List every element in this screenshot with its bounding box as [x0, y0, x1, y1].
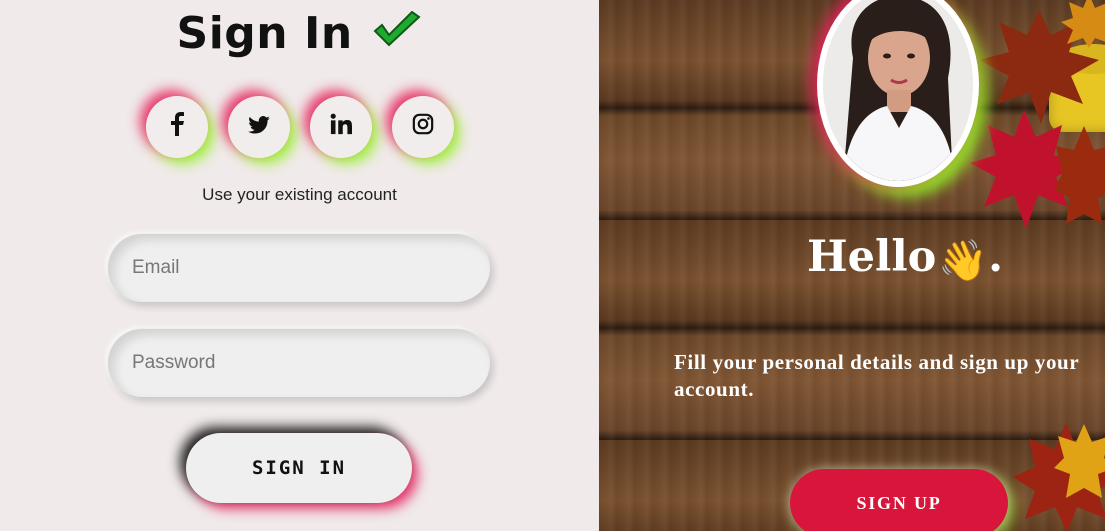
- sign-in-panel: Sign In Use your existing account SIGN I…: [0, 0, 599, 531]
- profile-photo: [823, 0, 973, 181]
- page-title: Sign In: [0, 8, 599, 62]
- password-field[interactable]: [108, 329, 490, 397]
- twitter-icon: [248, 114, 270, 140]
- instagram-icon: [412, 113, 434, 141]
- sign-up-button[interactable]: SIGN UP: [790, 469, 1008, 531]
- signup-tagline: Fill your personal details and sign up y…: [674, 350, 1079, 401]
- green-checkmark-icon: [372, 10, 422, 62]
- maple-leaf-dark-icon: [1054, 126, 1105, 224]
- waving-hand-icon: 👋: [938, 236, 989, 284]
- hello-suffix: .: [988, 232, 1004, 282]
- facebook-icon: [170, 112, 184, 142]
- instagram-button[interactable]: [392, 96, 454, 158]
- linkedin-icon: [330, 113, 352, 141]
- twitter-button[interactable]: [228, 96, 290, 158]
- facebook-button[interactable]: [146, 96, 208, 158]
- maple-leaf-orange-icon: [1061, 0, 1105, 48]
- existing-account-text: Use your existing account: [202, 185, 397, 204]
- sign-in-button[interactable]: SIGN IN: [186, 433, 412, 503]
- hello-text: Hello: [807, 232, 937, 282]
- sign-in-title: Sign In: [176, 8, 353, 59]
- hello-heading: Hello👋.: [807, 232, 1003, 284]
- linkedin-button[interactable]: [310, 96, 372, 158]
- sign-up-panel: Hello👋. Fill your personal details and s…: [599, 0, 1105, 531]
- email-field[interactable]: [108, 234, 490, 302]
- maple-leaf-yellow-icon: [1054, 424, 1105, 498]
